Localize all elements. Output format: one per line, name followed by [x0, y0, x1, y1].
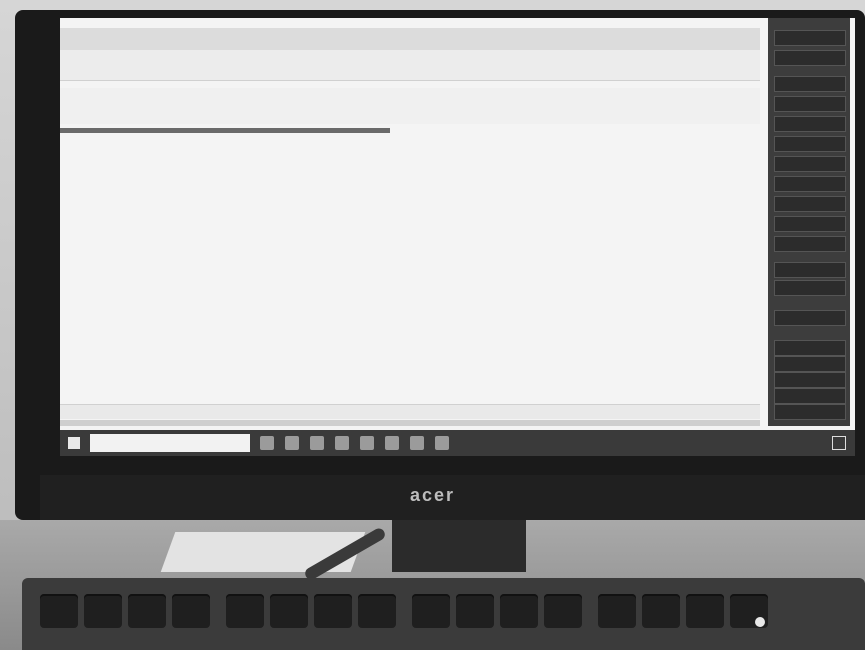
keyboard-key	[40, 594, 78, 628]
app-icon[interactable]	[410, 436, 424, 450]
keyboard-key	[456, 594, 494, 628]
section-divider	[60, 128, 390, 133]
panel-button[interactable]	[774, 176, 846, 192]
keyboard-key	[128, 594, 166, 628]
taskview-icon[interactable]	[260, 436, 274, 450]
keyboard-key	[642, 594, 680, 628]
taskbar-apps	[260, 436, 449, 450]
panel-button[interactable]	[774, 50, 846, 66]
panel-button[interactable]	[774, 116, 846, 132]
sub-header	[60, 88, 760, 124]
monitor-brand-logo: acer	[409, 485, 456, 505]
panel-button[interactable]	[774, 280, 846, 296]
panel-button[interactable]	[774, 216, 846, 232]
panel-button[interactable]	[774, 356, 846, 372]
keyboard-key	[172, 594, 210, 628]
horizontal-scrollbar[interactable]	[60, 420, 760, 426]
browser-icon[interactable]	[360, 436, 374, 450]
keyboard-key	[598, 594, 636, 628]
panel-button[interactable]	[774, 96, 846, 112]
panel-button[interactable]	[774, 196, 846, 212]
keyboard-led	[755, 617, 765, 627]
keyboard-keys	[40, 594, 768, 628]
app-header	[60, 50, 760, 81]
mail-icon[interactable]	[335, 436, 349, 450]
app-title-bar	[60, 28, 760, 50]
keyboard-key	[358, 594, 396, 628]
taskbar	[60, 430, 855, 456]
keyboard-key	[500, 594, 538, 628]
panel-button[interactable]	[774, 372, 846, 388]
footer-totals	[60, 404, 760, 419]
store-icon[interactable]	[310, 436, 324, 450]
screen	[60, 18, 855, 456]
windows-start-icon[interactable]	[68, 437, 80, 449]
panel-button[interactable]	[774, 404, 846, 420]
file-explorer-icon[interactable]	[285, 436, 299, 450]
panel-button[interactable]	[774, 76, 846, 92]
keyboard-key	[84, 594, 122, 628]
document-icon[interactable]	[385, 436, 399, 450]
monitor-stand	[392, 520, 526, 572]
app-icon[interactable]	[435, 436, 449, 450]
keyboard-key	[226, 594, 264, 628]
panel-button[interactable]	[774, 388, 846, 404]
panel-button[interactable]	[774, 30, 846, 46]
panel-button[interactable]	[774, 236, 846, 252]
keyboard-key	[544, 594, 582, 628]
panel-button[interactable]	[774, 156, 846, 172]
panel-button[interactable]	[774, 340, 846, 356]
keyboard-key	[686, 594, 724, 628]
keyboard-key	[270, 594, 308, 628]
function-panel	[768, 18, 850, 426]
panel-button[interactable]	[774, 262, 846, 278]
keyboard-key	[412, 594, 450, 628]
taskbar-search-input[interactable]	[90, 434, 250, 452]
keyboard-key	[314, 594, 352, 628]
panel-button[interactable]	[774, 310, 846, 326]
panel-button[interactable]	[774, 136, 846, 152]
notification-icon[interactable]	[832, 436, 846, 450]
